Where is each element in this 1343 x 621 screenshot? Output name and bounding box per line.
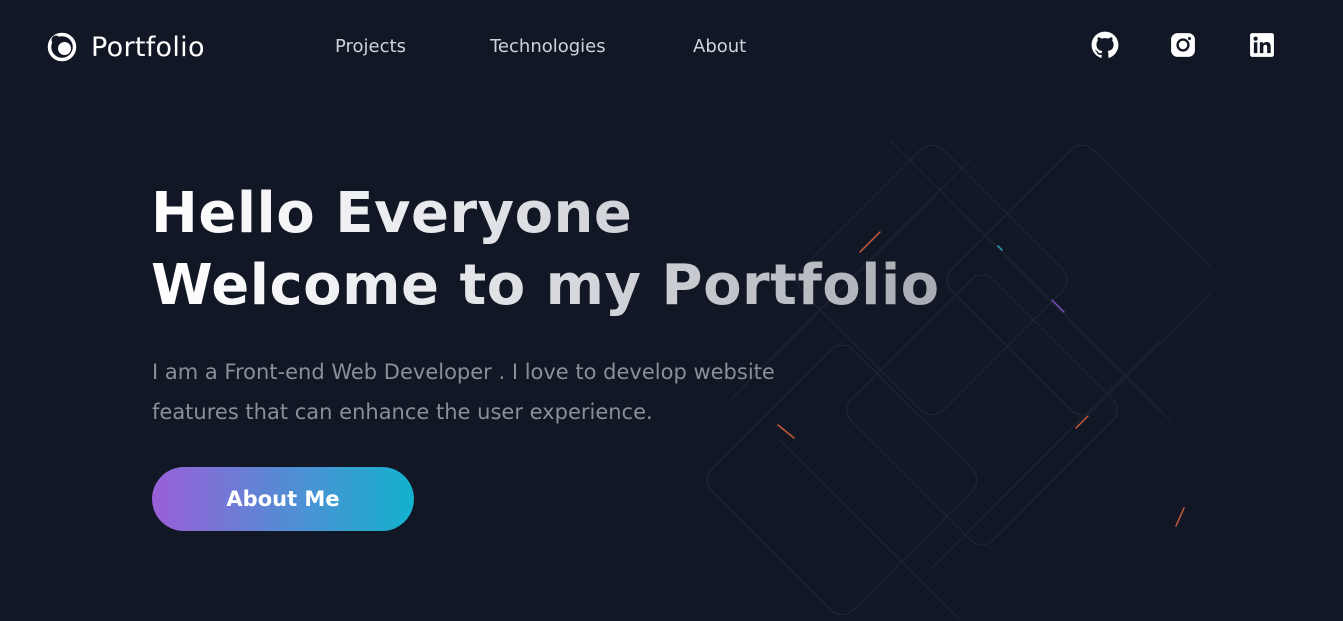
- deco-spark: [997, 245, 1003, 251]
- portfolio-logo-icon: [47, 32, 77, 62]
- hero-title: Hello Everyone Welcome to my Portfolio: [151, 178, 940, 322]
- github-link[interactable]: [1090, 30, 1120, 60]
- site-header: Portfolio Projects Technologies About: [0, 0, 1343, 94]
- hero-subtitle-line-1: I am a Front-end Web Developer . I love …: [152, 360, 775, 384]
- brand-link[interactable]: Portfolio: [47, 30, 205, 64]
- linkedin-link[interactable]: [1247, 30, 1277, 60]
- nav-link-projects[interactable]: Projects: [335, 36, 406, 57]
- deco-spark: [1051, 299, 1065, 313]
- nav-link-about[interactable]: About: [693, 36, 746, 57]
- deco-spark: [1075, 415, 1089, 429]
- about-me-button[interactable]: About Me: [152, 467, 414, 531]
- hero-subtitle-line-2: features that can enhance the user exper…: [152, 400, 653, 424]
- deco-line: [929, 339, 1161, 571]
- hero-title-line-2: Welcome to my Portfolio: [151, 253, 940, 318]
- brand-name: Portfolio: [91, 31, 205, 63]
- deco-line: [779, 439, 961, 621]
- instagram-link[interactable]: [1168, 30, 1198, 60]
- deco-diamond: [946, 144, 1210, 416]
- deco-spark: [1175, 507, 1185, 527]
- hero-title-line-1: Hello Everyone: [151, 181, 633, 246]
- instagram-icon: [1171, 33, 1195, 57]
- github-icon: [1091, 31, 1119, 58]
- linkedin-icon: [1250, 33, 1274, 57]
- nav-link-technologies[interactable]: Technologies: [490, 36, 606, 57]
- hero-subtitle: I am a Front-end Web Developer . I love …: [152, 352, 852, 432]
